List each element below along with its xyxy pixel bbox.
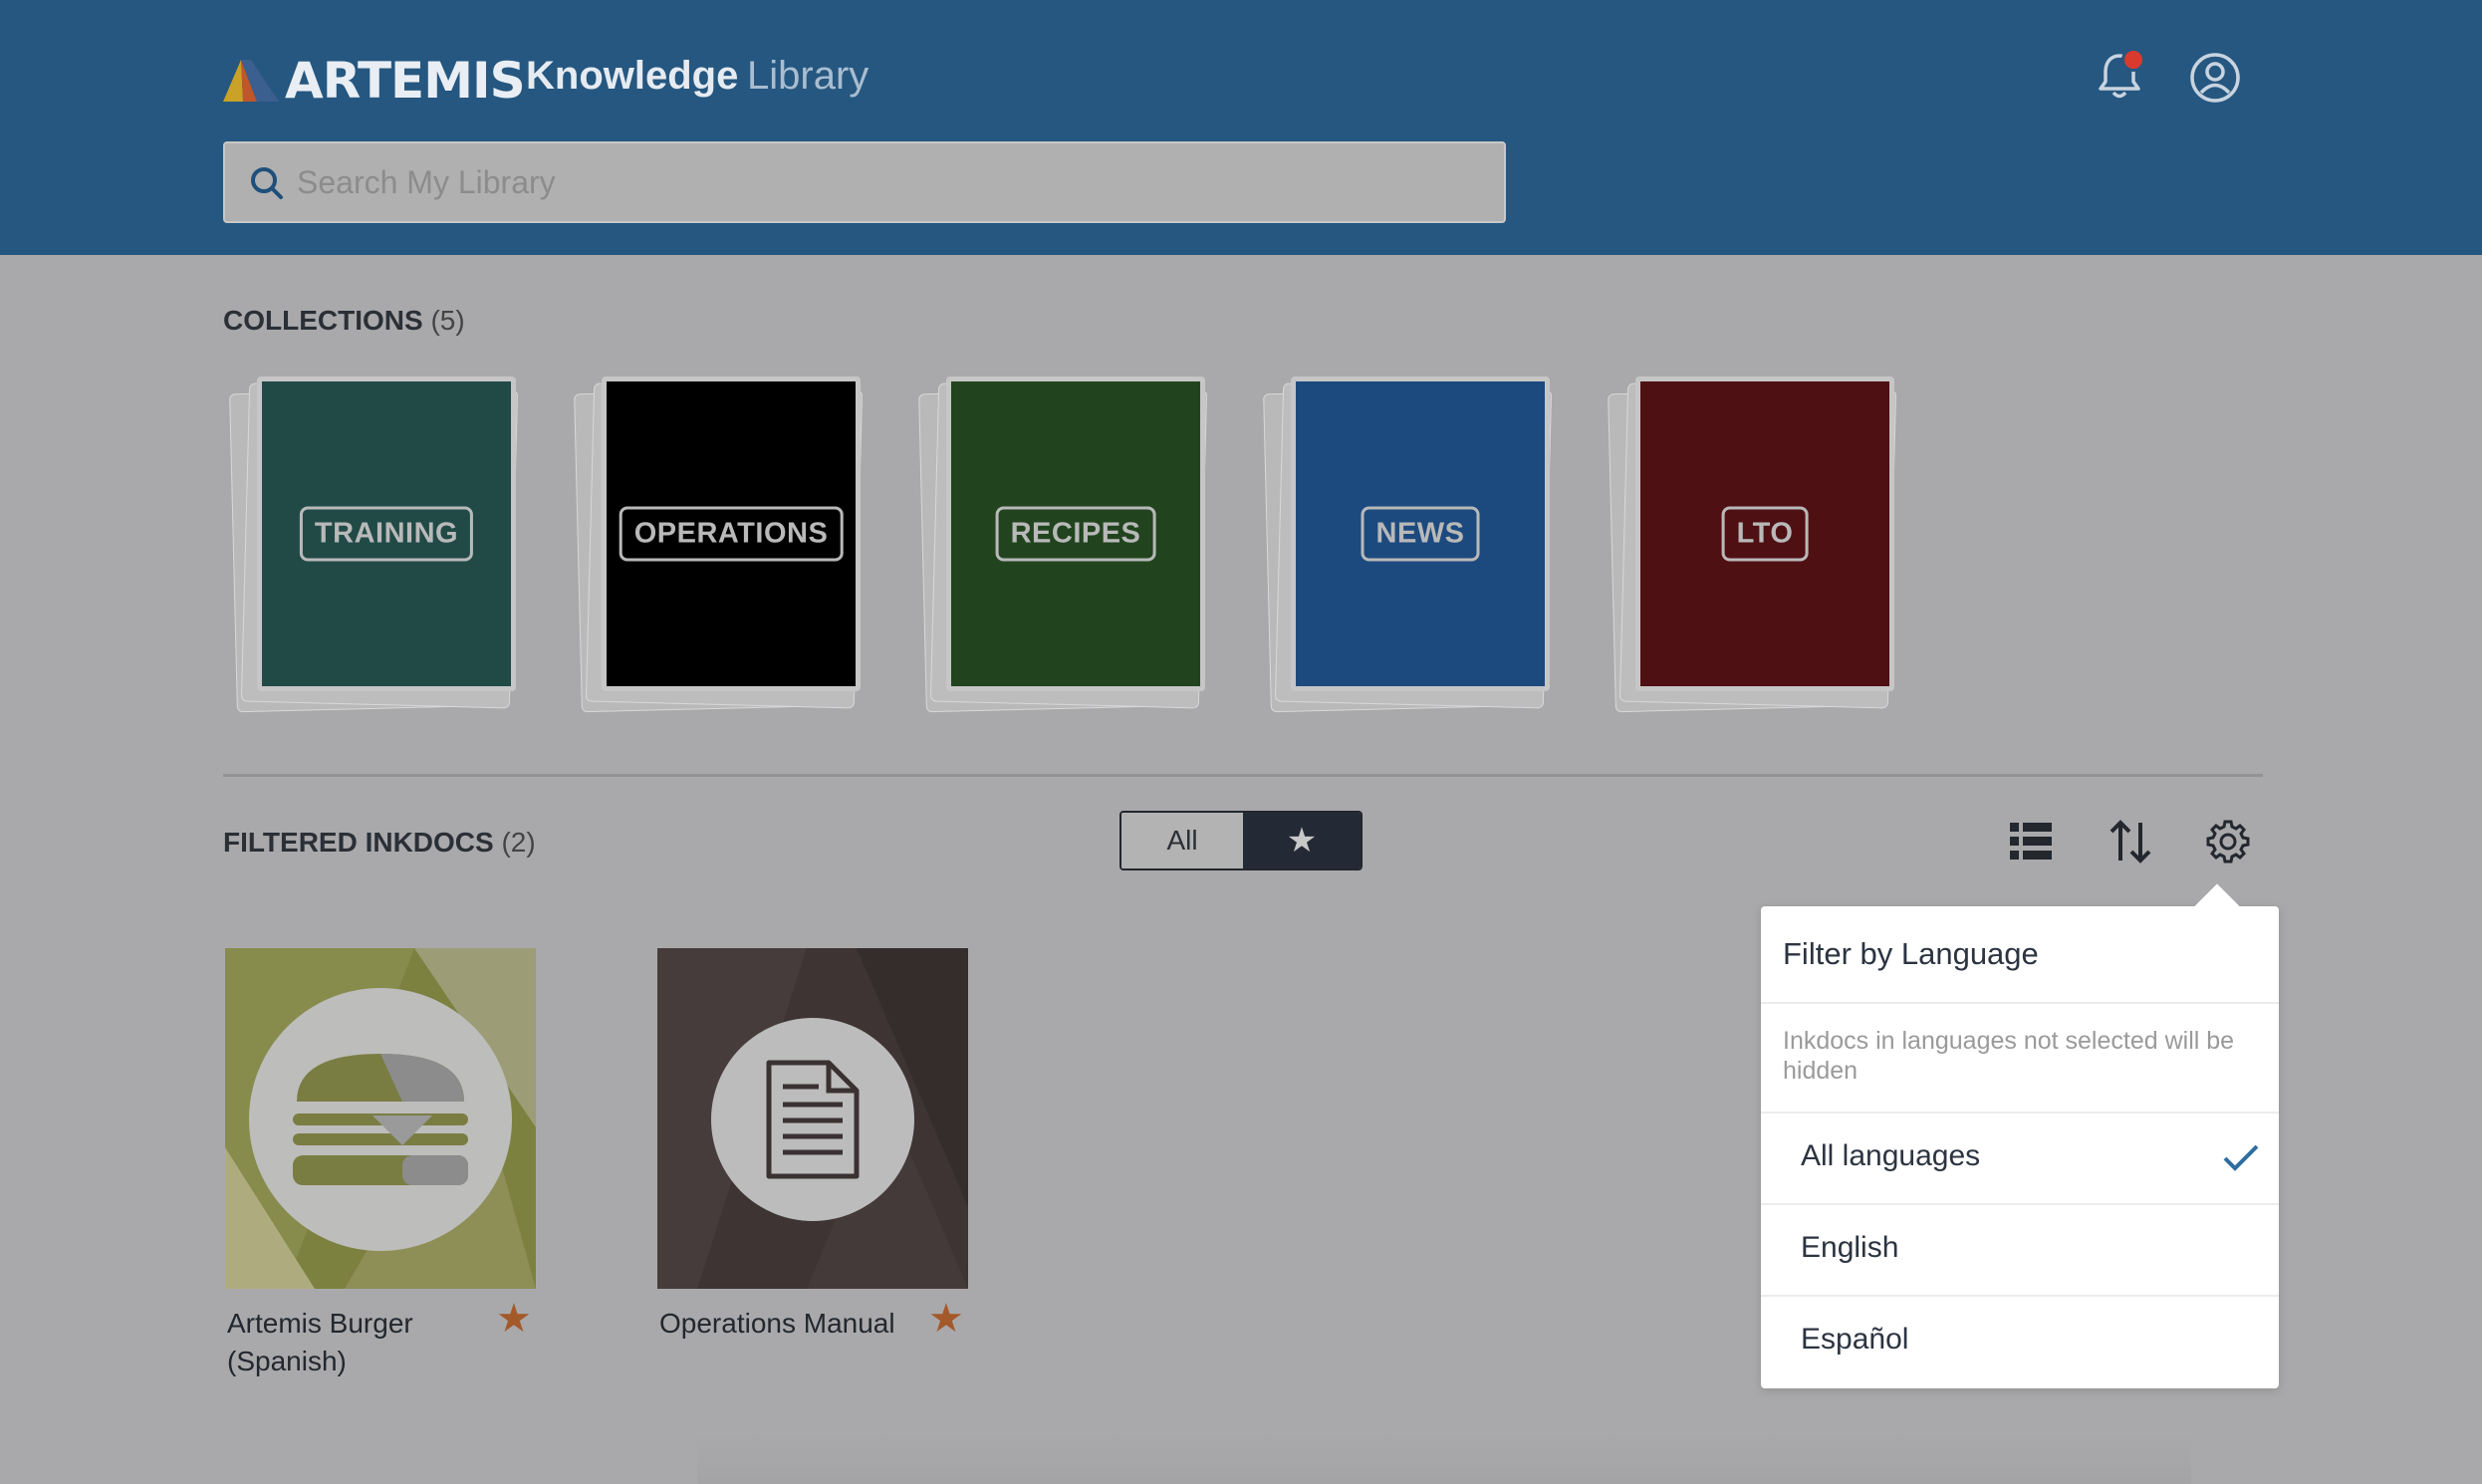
star-icon: ★	[1286, 822, 1318, 860]
language-option-all[interactable]: All languages	[1761, 1113, 2279, 1203]
collection-operations[interactable]: OPERATIONS	[574, 376, 864, 715]
collection-news[interactable]: NEWS	[1263, 376, 1553, 715]
favorite-star-icon[interactable]: ★	[928, 1299, 968, 1339]
inkdoc-thumbnail	[225, 948, 536, 1289]
all-starred-toggle: All ★	[1119, 811, 1363, 870]
toggle-starred-button[interactable]: ★	[1243, 813, 1361, 868]
collection-label: RECIPES	[995, 506, 1156, 562]
app-title-knowledge: Knowledge	[526, 54, 739, 98]
thumbnail-circle	[711, 1018, 914, 1221]
inkdocs-label: FILTERED INKDOCS	[223, 827, 494, 858]
collection-recipes[interactable]: RECIPES	[918, 376, 1208, 715]
collections-count: (5)	[430, 305, 465, 336]
collections-heading: COLLECTIONS (5)	[223, 305, 465, 337]
gear-icon[interactable]	[2203, 817, 2253, 866]
collection-cover: RECIPES	[946, 376, 1205, 691]
notification-badge	[2121, 48, 2145, 72]
app-title-library: Library	[747, 54, 869, 98]
thumbnail-circle	[249, 988, 512, 1251]
language-option-label: All languages	[1801, 1139, 1981, 1172]
collection-label: NEWS	[1361, 506, 1480, 562]
collection-label: OPERATIONS	[619, 506, 844, 562]
language-option-label: English	[1801, 1231, 1899, 1264]
collection-cover: NEWS	[1291, 376, 1550, 691]
search-icon	[251, 167, 283, 199]
section-divider	[223, 774, 2263, 777]
language-filter-dropdown: Filter by Language Inkdocs in languages …	[1761, 883, 2279, 1388]
collections-label: COLLECTIONS	[223, 305, 423, 336]
top-bar: ARTEMIS Knowledge Library	[0, 0, 2482, 255]
search-bar[interactable]	[223, 141, 1506, 223]
collection-label: LTO	[1721, 506, 1809, 562]
inkdoc-thumbnail	[657, 948, 968, 1289]
collection-training[interactable]: TRAINING	[229, 376, 519, 715]
sort-icon[interactable]	[2106, 817, 2155, 866]
inkdoc-title[interactable]: Operations Manual	[659, 1305, 898, 1343]
footer-shadow	[697, 1434, 2191, 1484]
collection-lto[interactable]: LTO	[1608, 376, 1897, 715]
collection-cover: LTO	[1635, 376, 1894, 691]
user-profile-icon[interactable]	[2187, 50, 2243, 106]
inkdoc-card-artemis-burger[interactable]: Artemis Burger (Spanish) ★	[225, 948, 536, 1376]
inkdoc-card-operations-manual[interactable]: Operations Manual ★	[657, 948, 968, 1339]
language-option-english[interactable]: English	[1761, 1205, 2279, 1295]
favorite-star-icon[interactable]: ★	[496, 1299, 536, 1339]
language-option-label: Español	[1801, 1323, 1909, 1356]
inkdocs-heading: FILTERED INKDOCS (2)	[223, 827, 536, 859]
brand-logo[interactable]: ARTEMIS	[223, 52, 526, 110]
language-filter-title: Filter by Language	[1783, 936, 2039, 971]
document-icon	[766, 1060, 860, 1179]
burger-icon	[293, 1054, 468, 1185]
search-input[interactable]	[297, 153, 1472, 211]
checkmark-icon	[2223, 1144, 2259, 1171]
collection-cover: TRAINING	[257, 376, 516, 691]
divider	[1761, 1002, 2279, 1004]
artemis-logo-icon	[223, 60, 279, 102]
list-view-icon[interactable]	[2006, 817, 2056, 866]
collection-label: TRAINING	[299, 506, 474, 562]
collection-cover: OPERATIONS	[602, 376, 861, 691]
inkdocs-count: (2)	[501, 827, 536, 858]
language-filter-note: Inkdocs in languages not selected will b…	[1783, 1027, 2235, 1085]
brand-name: ARTEMIS	[285, 52, 526, 110]
language-option-espanol[interactable]: Español	[1761, 1297, 2279, 1386]
toggle-all-button[interactable]: All	[1121, 813, 1243, 868]
inkdoc-title[interactable]: Artemis Burger (Spanish)	[227, 1305, 466, 1380]
popover-arrow	[2194, 883, 2240, 929]
